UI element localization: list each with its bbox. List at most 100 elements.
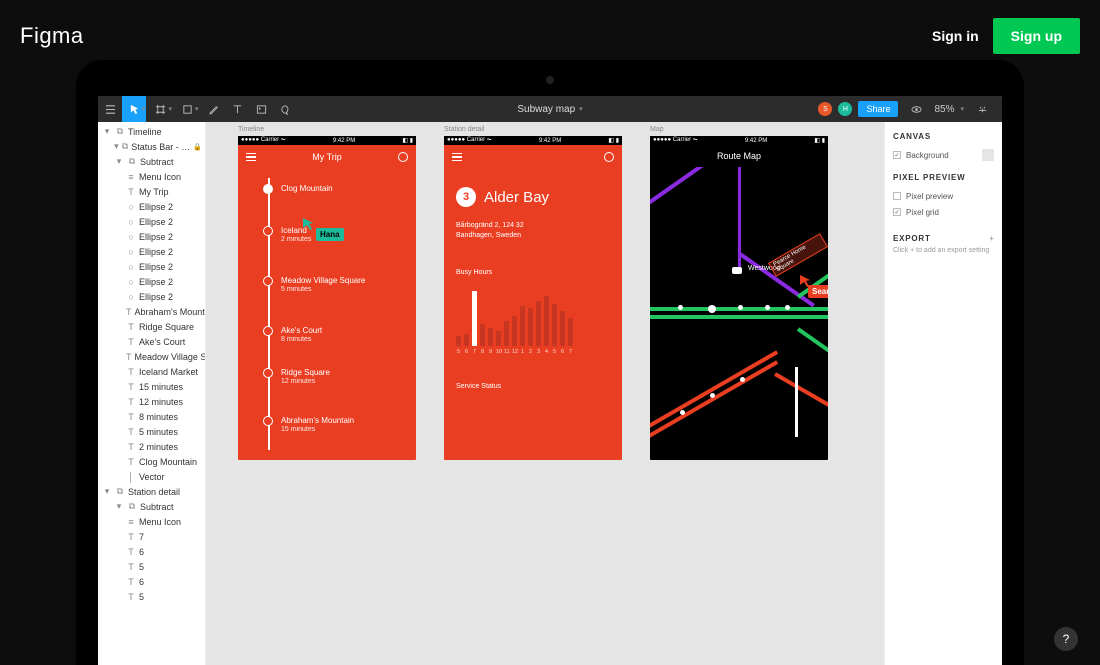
layer-type-icon: ○ [126,262,136,272]
caret-icon[interactable]: ▾ [142,105,146,113]
figma-body: ▾⧉Timeline▾⧉Status Bar - …🔒▾⧉Subtract≡Me… [98,122,1002,665]
layer-label: Status Bar - … [131,142,190,152]
artboard-timeline[interactable]: Timeline ●●●●● Carrier ⏦ 9:42 PM ◧ ▮ My … [238,136,416,460]
route-map: Westwood Pearce Home Square Sean [650,167,828,447]
signin-link[interactable]: Sign in [932,28,979,44]
chevron-down-icon[interactable]: ▾ [960,105,964,113]
layer-row[interactable]: ▾⧉Subtract [98,499,205,514]
chart-x-label: 6 [560,349,565,355]
section-header: PIXEL PREVIEW [893,173,994,182]
hamburger-icon[interactable] [98,96,122,122]
layer-row[interactable]: ≡Menu Icon [98,514,205,529]
layer-type-icon: T [126,367,136,377]
caret-icon[interactable]: ▾ [169,105,173,113]
layer-row[interactable]: ≡Menu Icon [98,169,205,184]
layer-row[interactable]: T8 minutes [98,409,205,424]
view-icon[interactable] [904,96,928,122]
chevron-down-icon: ▾ [579,105,583,113]
layer-row[interactable]: T5 [98,559,205,574]
layer-row[interactable]: T15 minutes [98,379,205,394]
text-tool-icon[interactable] [226,96,250,122]
stop-time: 5 minutes [281,286,365,294]
layer-row[interactable]: T12 minutes [98,394,205,409]
layer-type-icon: T [126,532,136,542]
artboard-map[interactable]: Map ●●●●● Carrier ⏦ 9:42 PM ◧ ▮ Route Ma… [650,136,828,460]
layer-label: 12 minutes [139,397,183,407]
chart-bar [560,311,565,346]
avatar-h[interactable]: H [838,102,852,116]
image-tool-icon[interactable] [250,96,274,122]
layer-row[interactable]: T5 [98,589,205,604]
layer-row[interactable]: TClog Mountain [98,454,205,469]
layer-row[interactable]: ○Ellipse 2 [98,274,205,289]
stop-time: 15 minutes [281,426,354,434]
layer-row[interactable]: ○Ellipse 2 [98,259,205,274]
layer-row[interactable]: ▾⧉Subtract [98,154,205,169]
layer-row[interactable]: T6 [98,574,205,589]
pixel-grid-row[interactable]: ✓ Pixel grid [893,204,994,220]
help-button[interactable]: ? [1054,627,1078,651]
layer-type-icon: T [126,577,136,587]
trip-line [268,178,270,450]
address-line: Bårbogränd 2, 124 32 [456,221,610,231]
phone-header: My Trip [238,145,416,169]
share-button[interactable]: Share [858,101,898,117]
busy-hours-label: Busy Hours [456,269,610,276]
layer-row[interactable]: TRidge Square [98,319,205,334]
layer-row[interactable]: ▾⧉Status Bar - …🔒 [98,139,205,154]
layer-label: 15 minutes [139,382,183,392]
checkbox-icon[interactable] [893,192,901,200]
chart-x-label: 5 [552,349,557,355]
checkbox-icon[interactable]: ✓ [893,151,901,159]
layer-row[interactable]: ○Ellipse 2 [98,214,205,229]
layer-label: Ake's Court [139,337,185,347]
artboard-station-detail[interactable]: Station detail ●●●●● Carrier ⏦ 9:42 PM ◧… [444,136,622,460]
stop-dot-icon [263,416,273,426]
background-row[interactable]: ✓ Background [893,147,994,163]
stop-name: Clog Mountain [281,184,333,194]
layer-row[interactable]: T5 minutes [98,424,205,439]
avatar-s[interactable]: S [818,102,832,116]
zoom-level[interactable]: 85% [934,104,954,115]
layer-row[interactable]: │Vector [98,469,205,484]
layer-row[interactable]: TMeadow Village Square [98,349,205,364]
layer-label: Meadow Village Square [135,352,207,362]
chart-bar [544,296,549,346]
document-title[interactable]: Subway map ▾ [517,104,582,115]
checkbox-icon[interactable]: ✓ [893,208,901,216]
add-export-icon[interactable]: + [989,234,994,243]
layer-row[interactable]: ○Ellipse 2 [98,244,205,259]
trip-stop: Meadow Village Square5 minutes [263,276,365,294]
layer-row[interactable]: ○Ellipse 2 [98,289,205,304]
layer-row[interactable]: T7 [98,529,205,544]
layer-row[interactable]: TMy Trip [98,184,205,199]
signup-button[interactable]: Sign up [993,18,1080,54]
layer-type-icon: ⧉ [115,486,125,497]
layer-row[interactable]: ▾⧉Timeline [98,124,205,139]
export-hint: Click + to add an export setting [893,247,994,254]
layer-row[interactable]: ○Ellipse 2 [98,199,205,214]
comment-tool-icon[interactable] [274,96,298,122]
status-bar: ●●●●● Carrier ⏦ 9:42 PM ◧ ▮ [444,136,622,145]
layer-type-icon: T [126,397,136,407]
layer-row[interactable]: TAke's Court [98,334,205,349]
canvas[interactable]: Timeline ●●●●● Carrier ⏦ 9:42 PM ◧ ▮ My … [206,122,884,665]
layer-label: Subtract [140,502,174,512]
pen-tool-icon[interactable] [202,96,226,122]
caret-icon[interactable]: ▾ [195,105,199,113]
stop-time: 12 minutes [281,378,330,386]
stop-time: 8 minutes [281,336,322,344]
layer-row[interactable]: T2 minutes [98,439,205,454]
layers-panel[interactable]: ▾⧉Timeline▾⧉Status Bar - …🔒▾⧉Subtract≡Me… [98,122,206,665]
layer-row[interactable]: ▾⧉Station detail [98,484,205,499]
layer-row[interactable]: TIceland Market [98,364,205,379]
layer-row[interactable]: TAbraham's Mountain [98,304,205,319]
layer-row[interactable]: ○Ellipse 2 [98,229,205,244]
gear-icon [398,152,408,162]
color-swatch[interactable] [982,149,994,161]
present-icon[interactable] [970,96,994,122]
pixel-preview-row[interactable]: Pixel preview [893,188,994,204]
section-header: EXPORT [893,234,931,243]
layer-row[interactable]: T6 [98,544,205,559]
layer-label: 2 minutes [139,442,178,452]
